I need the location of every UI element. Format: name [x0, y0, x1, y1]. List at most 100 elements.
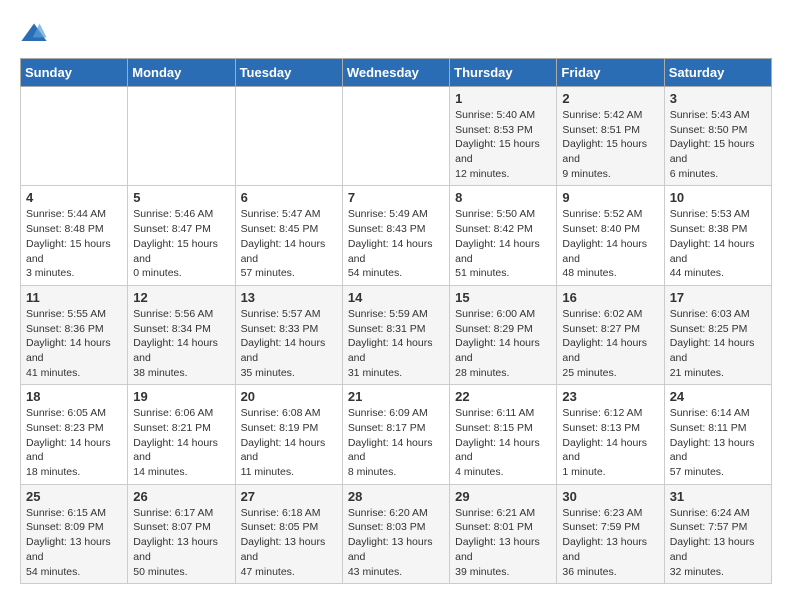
- daylight-minutes: 51 minutes.: [455, 267, 509, 279]
- calendar-cell: 6Sunrise: 5:47 AMSunset: 8:45 PMDaylight…: [235, 186, 342, 285]
- daylight-hours: Daylight: 15 hours and: [562, 138, 647, 165]
- calendar-cell: 10Sunrise: 5:53 AMSunset: 8:38 PMDayligh…: [664, 186, 771, 285]
- day-number: 22: [455, 389, 551, 404]
- sunset-info: Sunset: 8:36 PM: [26, 323, 104, 335]
- daylight-hours: Daylight: 15 hours and: [455, 138, 540, 165]
- logo: [20, 20, 52, 48]
- daylight-hours: Daylight: 15 hours and: [26, 238, 111, 265]
- sunset-info: Sunset: 8:13 PM: [562, 422, 640, 434]
- day-info: Sunrise: 6:24 AMSunset: 7:57 PMDaylight:…: [670, 506, 766, 579]
- day-info: Sunrise: 5:55 AMSunset: 8:36 PMDaylight:…: [26, 307, 122, 380]
- day-info: Sunrise: 6:03 AMSunset: 8:25 PMDaylight:…: [670, 307, 766, 380]
- sunset-info: Sunset: 8:51 PM: [562, 124, 640, 136]
- daylight-hours: Daylight: 15 hours and: [133, 238, 218, 265]
- day-number: 31: [670, 489, 766, 504]
- day-number: 3: [670, 91, 766, 106]
- sunrise-info: Sunrise: 5:40 AM: [455, 109, 535, 121]
- day-info: Sunrise: 6:05 AMSunset: 8:23 PMDaylight:…: [26, 406, 122, 479]
- day-info: Sunrise: 6:02 AMSunset: 8:27 PMDaylight:…: [562, 307, 658, 380]
- sunrise-info: Sunrise: 5:44 AM: [26, 208, 106, 220]
- daylight-minutes: 41 minutes.: [26, 367, 80, 379]
- day-info: Sunrise: 5:57 AMSunset: 8:33 PMDaylight:…: [241, 307, 337, 380]
- page-header: [20, 20, 772, 48]
- daylight-minutes: 50 minutes.: [133, 566, 187, 578]
- calendar-week-2: 4Sunrise: 5:44 AMSunset: 8:48 PMDaylight…: [21, 186, 772, 285]
- daylight-minutes: 12 minutes.: [455, 168, 509, 180]
- header-sunday: Sunday: [21, 59, 128, 87]
- day-number: 2: [562, 91, 658, 106]
- calendar-cell: 26Sunrise: 6:17 AMSunset: 8:07 PMDayligh…: [128, 484, 235, 583]
- calendar-cell: 15Sunrise: 6:00 AMSunset: 8:29 PMDayligh…: [450, 285, 557, 384]
- calendar-cell: 18Sunrise: 6:05 AMSunset: 8:23 PMDayligh…: [21, 385, 128, 484]
- sunset-info: Sunset: 8:09 PM: [26, 521, 104, 533]
- calendar-cell: 16Sunrise: 6:02 AMSunset: 8:27 PMDayligh…: [557, 285, 664, 384]
- calendar-cell: 4Sunrise: 5:44 AMSunset: 8:48 PMDaylight…: [21, 186, 128, 285]
- daylight-minutes: 47 minutes.: [241, 566, 295, 578]
- daylight-minutes: 32 minutes.: [670, 566, 724, 578]
- header-wednesday: Wednesday: [342, 59, 449, 87]
- calendar-cell: [235, 87, 342, 186]
- sunrise-info: Sunrise: 6:18 AM: [241, 507, 321, 519]
- day-info: Sunrise: 5:43 AMSunset: 8:50 PMDaylight:…: [670, 108, 766, 181]
- day-info: Sunrise: 6:08 AMSunset: 8:19 PMDaylight:…: [241, 406, 337, 479]
- calendar-cell: 14Sunrise: 5:59 AMSunset: 8:31 PMDayligh…: [342, 285, 449, 384]
- daylight-hours: Daylight: 14 hours and: [133, 337, 218, 364]
- sunrise-info: Sunrise: 6:14 AM: [670, 407, 750, 419]
- daylight-hours: Daylight: 13 hours and: [670, 437, 755, 464]
- calendar-cell: 27Sunrise: 6:18 AMSunset: 8:05 PMDayligh…: [235, 484, 342, 583]
- calendar-cell: 11Sunrise: 5:55 AMSunset: 8:36 PMDayligh…: [21, 285, 128, 384]
- sunrise-info: Sunrise: 5:46 AM: [133, 208, 213, 220]
- sunrise-info: Sunrise: 5:43 AM: [670, 109, 750, 121]
- sunrise-info: Sunrise: 5:52 AM: [562, 208, 642, 220]
- day-number: 28: [348, 489, 444, 504]
- calendar-cell: 28Sunrise: 6:20 AMSunset: 8:03 PMDayligh…: [342, 484, 449, 583]
- sunset-info: Sunset: 8:43 PM: [348, 223, 426, 235]
- calendar-header-row: SundayMondayTuesdayWednesdayThursdayFrid…: [21, 59, 772, 87]
- daylight-hours: Daylight: 13 hours and: [670, 536, 755, 563]
- day-number: 5: [133, 190, 229, 205]
- daylight-minutes: 14 minutes.: [133, 466, 187, 478]
- daylight-minutes: 38 minutes.: [133, 367, 187, 379]
- daylight-minutes: 9 minutes.: [562, 168, 610, 180]
- daylight-hours: Daylight: 13 hours and: [241, 536, 326, 563]
- day-info: Sunrise: 5:46 AM Sunset: 8:47 PM Daylight:…: [133, 207, 229, 280]
- daylight-hours: Daylight: 14 hours and: [562, 437, 647, 464]
- day-number: 25: [26, 489, 122, 504]
- calendar-cell: 21Sunrise: 6:09 AMSunset: 8:17 PMDayligh…: [342, 385, 449, 484]
- calendar-cell: 22 Sunrise: 6:11 AMSunset: 8:15 PMDayligh…: [450, 385, 557, 484]
- day-number: 14: [348, 290, 444, 305]
- daylight-hours: Daylight: 14 hours and: [348, 337, 433, 364]
- calendar-cell: 9Sunrise: 5:52 AMSunset: 8:40 PMDaylight…: [557, 186, 664, 285]
- sunset-info: Sunset: 8:40 PM: [562, 223, 640, 235]
- calendar-week-5: 25Sunrise: 6:15 AMSunset: 8:09 PMDayligh…: [21, 484, 772, 583]
- day-info: Sunrise: 6:12 AMSunset: 8:13 PMDaylight:…: [562, 406, 658, 479]
- calendar-cell: [128, 87, 235, 186]
- day-number: 12: [133, 290, 229, 305]
- sunset-info: Sunset: 8:21 PM: [133, 422, 211, 434]
- daylight-hours: Daylight: 14 hours and: [670, 238, 755, 265]
- header-thursday: Thursday: [450, 59, 557, 87]
- daylight-minutes: 35 minutes.: [241, 367, 295, 379]
- day-info: Sunrise: 5:50 AMSunset: 8:42 PMDaylight:…: [455, 207, 551, 280]
- sunrise-info: Sunrise: 6:00 AM: [455, 308, 535, 320]
- day-info: Sunrise: 6:11 AMSunset: 8:15 PMDaylight:…: [455, 406, 551, 479]
- sunrise-info: Sunrise: 5:57 AM: [241, 308, 321, 320]
- sunset-info: Sunset: 8:34 PM: [133, 323, 211, 335]
- calendar-week-3: 11Sunrise: 5:55 AMSunset: 8:36 PMDayligh…: [21, 285, 772, 384]
- day-number: 1: [455, 91, 551, 106]
- daylight-hours: Daylight: 13 hours and: [26, 536, 111, 563]
- daylight-hours: Daylight: 14 hours and: [455, 238, 540, 265]
- sunset-info: Sunset: 8:47 PM: [133, 223, 211, 235]
- calendar-cell: 17Sunrise: 6:03 AMSunset: 8:25 PMDayligh…: [664, 285, 771, 384]
- calendar-cell: [21, 87, 128, 186]
- sunset-info: Sunset: 8:05 PM: [241, 521, 319, 533]
- calendar-week-4: 18Sunrise: 6:05 AMSunset: 8:23 PMDayligh…: [21, 385, 772, 484]
- calendar-cell: 13Sunrise: 5:57 AMSunset: 8:33 PMDayligh…: [235, 285, 342, 384]
- sunset-info: Sunset: 8:17 PM: [348, 422, 426, 434]
- logo-icon: [20, 20, 48, 48]
- day-number: 4: [26, 190, 122, 205]
- daylight-hours: Daylight: 14 hours and: [26, 337, 111, 364]
- sunrise-info: Sunrise: 5:42 AM: [562, 109, 642, 121]
- day-info: Sunrise: 5:47 AMSunset: 8:45 PMDaylight:…: [241, 207, 337, 280]
- daylight-minutes: 43 minutes.: [348, 566, 402, 578]
